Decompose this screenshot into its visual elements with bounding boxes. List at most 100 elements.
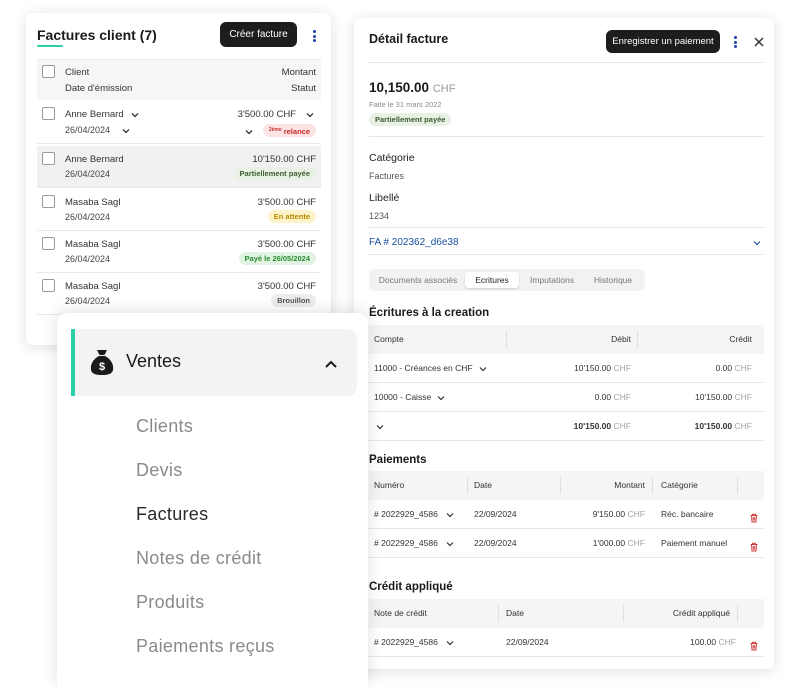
trash-icon[interactable] <box>749 539 759 552</box>
chevron-down-icon[interactable] <box>446 639 454 647</box>
row-checkbox[interactable] <box>42 107 55 120</box>
row-checkbox[interactable] <box>42 279 55 292</box>
entry-account: 11000 - Créances en CHF <box>374 363 473 373</box>
nav-item-factures[interactable]: Factures <box>136 504 208 525</box>
entries-title: Écritures à la creation <box>369 307 490 319</box>
credit-note-link[interactable]: # 2022929_4586 <box>374 637 438 647</box>
entry-credit-value: 0.00 <box>715 363 733 373</box>
register-payment-button[interactable]: Enregistrer un paiement <box>606 30 720 53</box>
nav-item-devis[interactable]: Devis <box>136 460 183 481</box>
row-client: Masaba Sagl <box>65 197 121 208</box>
total-credit-value: 10'150.00 <box>694 421 733 431</box>
header-debit: Débit <box>611 334 631 344</box>
payments-header: Numéro Date Montant Catégorie <box>369 471 764 500</box>
entries-header: Compte Débit Crédit <box>369 325 764 354</box>
create-invoice-button[interactable]: Créer facture <box>220 22 297 47</box>
status-badge: 2ème relance <box>262 124 316 137</box>
currency-label: CHF <box>613 421 631 431</box>
column-separator <box>498 605 499 622</box>
close-icon[interactable] <box>753 35 765 47</box>
trash-icon[interactable] <box>749 510 759 523</box>
status-badge: Partiellement payée <box>233 167 316 180</box>
row-checkbox[interactable] <box>42 195 55 208</box>
payment-amount-value: 1'000.00 <box>592 538 626 548</box>
table-row[interactable]: 11000 - Créances en CHF 10'150.00 CHF 0.… <box>369 354 764 383</box>
header-credit: Crédit <box>729 334 752 344</box>
table-row[interactable]: # 2022929_4586 22/09/2024 100.00 CHF <box>369 628 764 657</box>
entry-debit-value: 10'150.00 <box>574 363 612 373</box>
amount-value: 10,150.00 <box>369 80 430 95</box>
entry-credit: 10'150.00 CHF <box>695 392 752 402</box>
payment-date: 22/09/2024 <box>474 538 517 548</box>
row-client: Anne Bernard <box>65 109 124 120</box>
currency-label: CHF <box>718 637 736 647</box>
table-row[interactable]: # 2022929_4586 22/09/2024 9'150.00 CHF R… <box>369 500 764 529</box>
currency-label: CHF <box>627 538 645 548</box>
select-all-checkbox[interactable] <box>42 65 55 78</box>
chevron-down-icon[interactable] <box>245 128 253 136</box>
more-options-icon[interactable] <box>730 34 740 50</box>
chevron-down-icon[interactable] <box>131 111 139 119</box>
payment-number-link[interactable]: # 2022929_4586 <box>374 538 438 548</box>
row-client: Masaba Sagl <box>65 281 121 292</box>
entry-credit: 0.00 CHF <box>716 363 752 373</box>
chevron-down-icon[interactable] <box>437 394 445 402</box>
row-checkbox[interactable] <box>42 152 55 165</box>
divider <box>369 227 764 228</box>
column-separator <box>637 331 638 348</box>
nav-item-produits[interactable]: Produits <box>136 592 204 613</box>
tab-imputations[interactable]: Imputations <box>522 272 582 288</box>
table-row[interactable]: Anne Bernard 26/04/2024 3'500.00 CHF 2èm… <box>37 102 321 144</box>
table-row[interactable]: Masaba Sagl 26/04/2024 3'500.00 CHF En a… <box>37 189 321 231</box>
header-date: Date <box>474 480 492 490</box>
chevron-up-icon[interactable] <box>324 356 338 368</box>
nav-item-notes-de-credit[interactable]: Notes de crédit <box>136 548 262 569</box>
payments-title: Paiements <box>369 454 427 466</box>
payment-category: Réc. bancaire <box>661 509 714 519</box>
table-row[interactable]: Anne Bernard 26/04/2024 10'150.00 CHF Pa… <box>37 146 321 188</box>
total-debit: 10'150.00 CHF <box>574 421 631 431</box>
more-options-icon[interactable] <box>309 28 319 44</box>
payment-date: 22/09/2024 <box>474 509 517 519</box>
nav-item-paiements-recus[interactable]: Paiements reçus <box>136 636 275 657</box>
trash-icon[interactable] <box>749 638 759 651</box>
payment-number-link[interactable]: # 2022929_4586 <box>374 509 438 519</box>
header-number: Numéro <box>374 480 405 490</box>
column-separator <box>623 605 624 622</box>
row-amount: 10'150.00 CHF <box>252 154 316 165</box>
currency-label: CHF <box>734 392 752 402</box>
detail-title: Détail facture <box>369 32 449 46</box>
table-row[interactable]: Masaba Sagl 26/04/2024 3'500.00 CHF Brou… <box>37 273 321 315</box>
column-separator <box>737 477 738 494</box>
category-value: Factures <box>369 171 405 181</box>
row-amount: 3'500.00 CHF <box>257 197 316 208</box>
chevron-down-icon[interactable] <box>479 365 487 373</box>
tab-documents[interactable]: Documents associés <box>373 272 463 288</box>
reference-link[interactable]: FA # 202362_d6e38 <box>369 237 459 248</box>
chevron-down-icon[interactable] <box>446 540 454 548</box>
nav-section-ventes[interactable]: $ Ventes <box>71 329 357 396</box>
row-date: 26/04/2024 <box>65 169 111 179</box>
row-client: Masaba Sagl <box>65 239 121 250</box>
table-row[interactable]: Masaba Sagl 26/04/2024 3'500.00 CHF Payé… <box>37 231 321 273</box>
chevron-down-icon[interactable] <box>446 511 454 519</box>
header-date: Date <box>506 608 524 618</box>
title-accent-underline <box>37 45 63 47</box>
row-checkbox[interactable] <box>42 237 55 250</box>
invoice-amount: 10,150.00 CHF <box>369 80 455 95</box>
chevron-down-icon[interactable] <box>122 127 130 135</box>
chevron-down-icon[interactable] <box>376 423 384 431</box>
table-row[interactable]: # 2022929_4586 22/09/2024 1'000.00 CHF P… <box>369 529 764 558</box>
nav-section-label: Ventes <box>126 351 182 371</box>
table-row[interactable]: 10000 - Caisse 0.00 CHF 10'150.00 CHF <box>369 383 764 412</box>
nav-item-clients[interactable]: Clients <box>136 416 193 437</box>
divider <box>369 254 764 255</box>
tab-ecritures[interactable]: Ecritures <box>465 272 519 288</box>
payment-category: Paiement manuel <box>661 538 728 548</box>
chevron-down-icon[interactable] <box>753 239 761 247</box>
status-badge: Brouillon <box>271 294 316 307</box>
invoice-detail-panel: Détail facture Enregistrer un paiement 1… <box>354 18 774 669</box>
tab-historique[interactable]: Historique <box>585 272 641 288</box>
chevron-down-icon[interactable] <box>306 111 314 119</box>
credits-header: Note de crédit Date Crédit appliqué <box>369 599 764 628</box>
